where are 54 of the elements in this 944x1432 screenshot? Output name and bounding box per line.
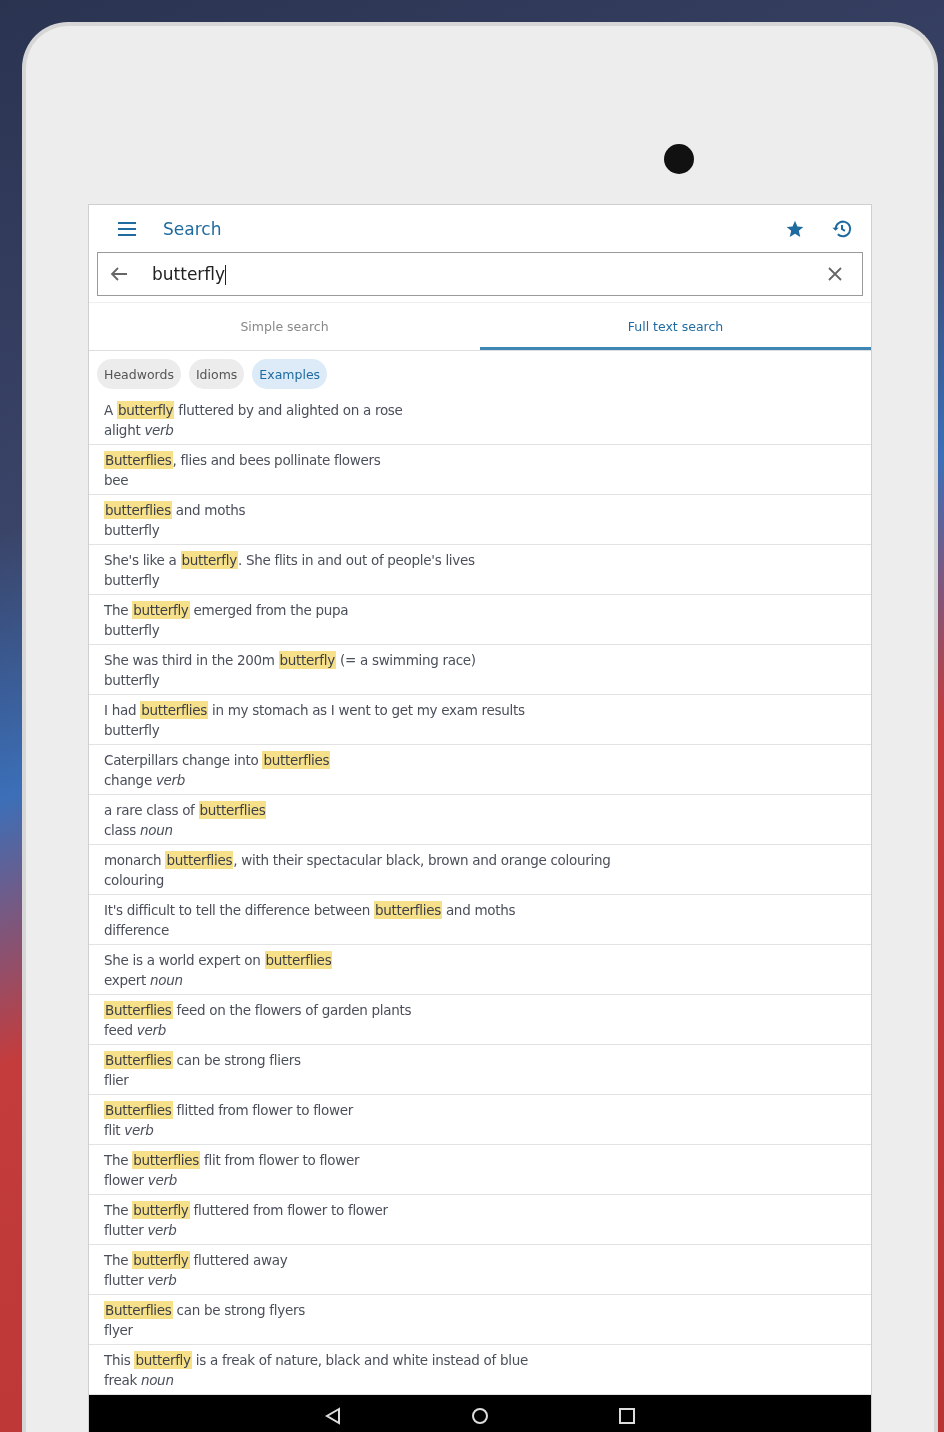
headword-text: difference — [104, 921, 170, 940]
example-sentence: The butterfly fluttered from flower to flower — [104, 1200, 389, 1220]
example-sentence: The butterfly emerged from the pupa — [104, 600, 350, 620]
back-icon[interactable] — [323, 1407, 342, 1425]
search-field[interactable]: butterfly — [97, 252, 863, 296]
app-title: Search — [163, 218, 223, 239]
headword-text: expert noun — [104, 971, 184, 990]
headword-text: freak noun — [104, 1371, 175, 1390]
headword-text: butterfly — [104, 671, 161, 690]
example-sentence: It's difficult to tell the difference between butterflies and moths — [104, 900, 517, 920]
filter-chip[interactable]: Headwords — [97, 359, 181, 389]
home-icon[interactable] — [471, 1407, 489, 1425]
example-sentence: Butterflies, flies and bees pollinate flowers — [104, 450, 382, 470]
search-mode-tab[interactable]: Simple search — [89, 303, 480, 350]
headword-text: alight verb — [104, 421, 175, 440]
example-sentence: A butterfly fluttered by and alighted on a rose — [104, 400, 404, 420]
headword-text: flier — [104, 1071, 130, 1090]
filter-chip[interactable]: Idioms — [188, 359, 245, 389]
headword-text: butterfly — [104, 571, 161, 590]
example-sentence: She's like a butterfly. She flits in and out of people's lives — [104, 550, 476, 570]
headword-text: butterfly — [104, 721, 161, 740]
headword-text: butterfly — [104, 521, 161, 540]
headword-text: flit verb — [104, 1121, 155, 1140]
example-sentence: The butterflies flit from flower to flower — [104, 1150, 361, 1170]
example-sentence: a rare class of butterflies — [104, 800, 268, 820]
headword-text: butterfly — [104, 621, 161, 640]
headword-text: flower verb — [104, 1171, 179, 1190]
headword-text: change verb — [104, 771, 187, 790]
example-sentence: Butterflies feed on the flowers of garden plants — [104, 1000, 413, 1020]
headword-text: flyer — [104, 1321, 134, 1340]
camera-lens — [664, 144, 694, 174]
example-sentence: She was third in the 200m butterfly (= a swimming race) — [104, 650, 477, 670]
example-sentence: monarch butterflies, with their spectacular black, brown and orange colouring — [104, 850, 612, 870]
example-sentence: Caterpillars change into butterflies — [104, 750, 332, 770]
search-mode-tab[interactable]: Full text search — [480, 303, 871, 350]
back-arrow-icon[interactable] — [110, 266, 128, 282]
example-sentence: butterflies and moths — [104, 500, 247, 520]
headword-text: feed verb — [104, 1021, 167, 1040]
example-sentence: She is a world expert on butterflies — [104, 950, 334, 970]
recent-apps-icon[interactable] — [618, 1407, 637, 1425]
headword-text: flutter verb — [104, 1271, 178, 1290]
menu-icon[interactable] — [117, 220, 137, 237]
example-sentence: I had butterflies in my stomach as I went to get my exam results — [104, 700, 526, 720]
filter-chip[interactable]: Examples — [252, 359, 328, 389]
example-sentence: Butterflies flitted from flower to flower — [104, 1100, 355, 1120]
close-icon[interactable] — [828, 267, 842, 281]
headword-text: colouring — [104, 871, 165, 890]
headword-text: bee — [104, 471, 130, 490]
headword-text: class noun — [104, 821, 174, 840]
example-sentence: Butterflies can be strong flyers — [104, 1300, 306, 1320]
example-sentence: Butterflies can be strong fliers — [104, 1050, 302, 1070]
headword-text: flutter verb — [104, 1221, 178, 1240]
example-sentence: This butterfly is a freak of nature, black and white instead of blue — [104, 1350, 529, 1370]
example-sentence: The butterfly fluttered away — [104, 1250, 289, 1270]
